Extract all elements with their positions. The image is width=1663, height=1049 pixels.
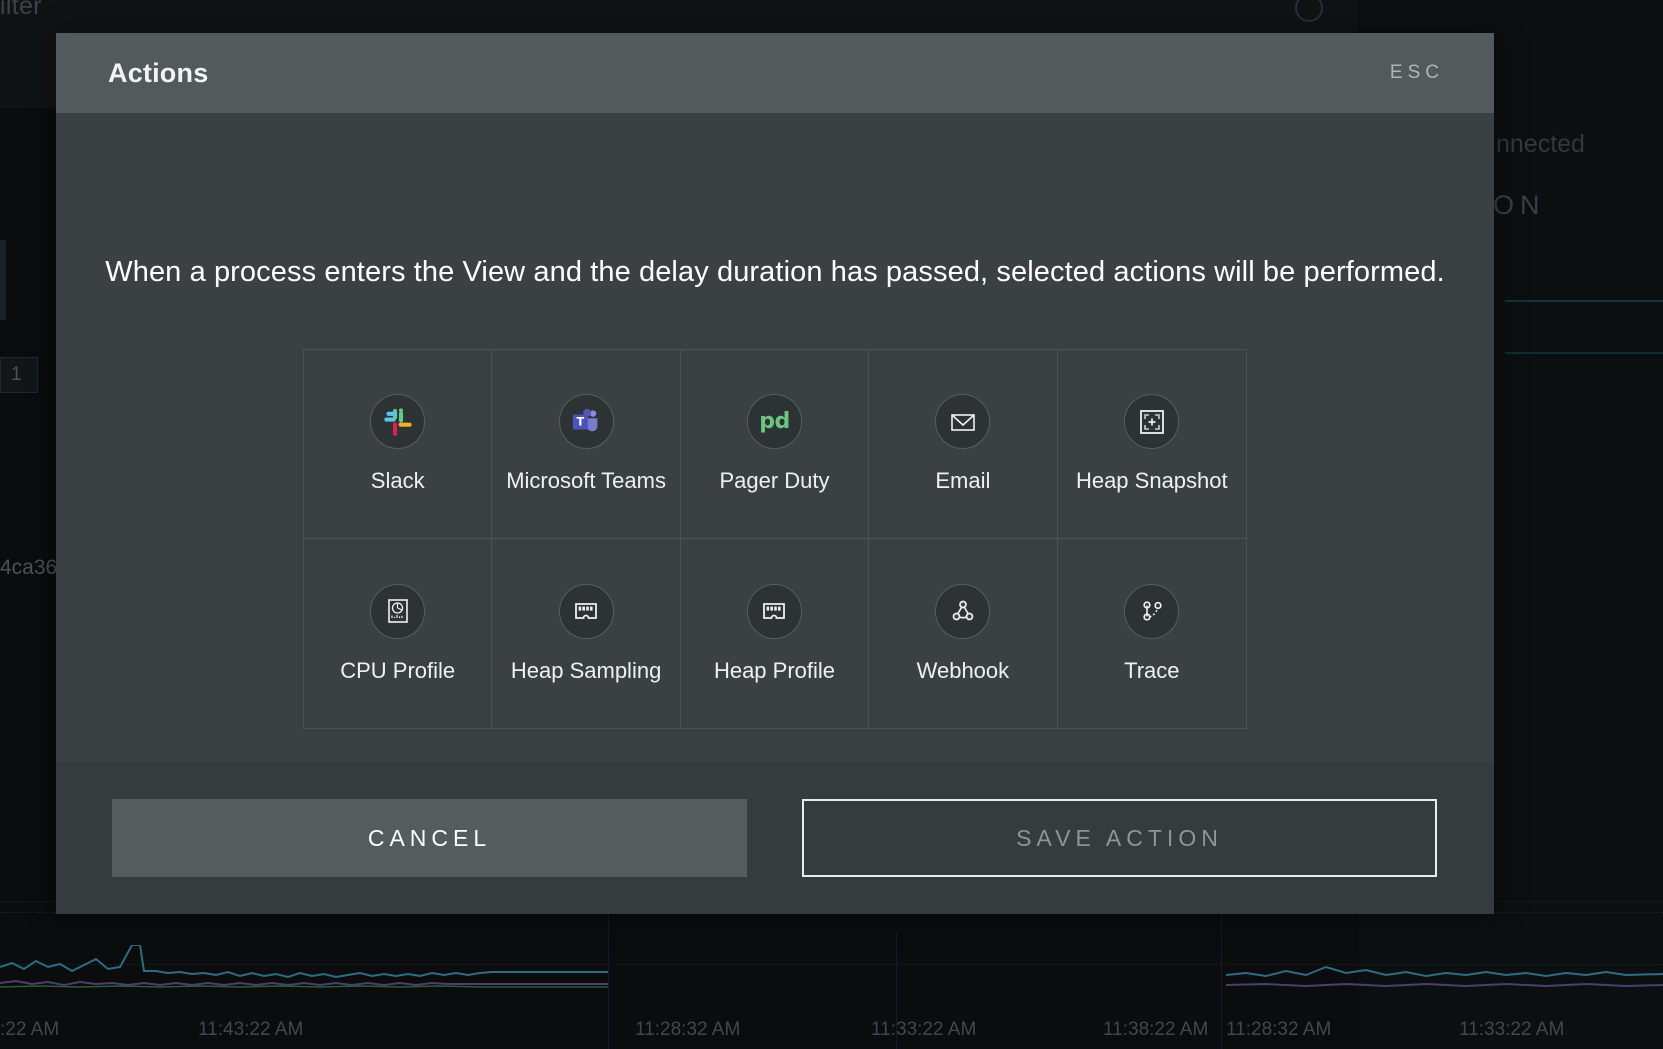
svg-text:T: T [577, 415, 585, 428]
action-tile-cpu-profile[interactable]: CPU Profile [304, 539, 493, 728]
save-action-button[interactable]: SAVE ACTION [802, 799, 1437, 877]
camera-frame-plus-icon-wrap [1124, 394, 1180, 449]
background-chart-2-tick-1: 11:33:22 AM [871, 1019, 977, 1040]
background-chart-3-tick-1: 11:33:22 AM [1459, 1019, 1565, 1040]
background-sidebar-strip [0, 240, 6, 320]
background-chart-3: 11:28:32 AM 11:33:22 AM [1226, 901, 1663, 1049]
action-tile-microsoft-teams[interactable]: T Microsoft Teams [492, 350, 681, 539]
action-label-cpu-profile: CPU Profile [340, 657, 456, 683]
memory-chip-filled-icon [763, 603, 786, 619]
action-tile-slack[interactable]: Slack [304, 350, 493, 539]
trace-nodes-icon-wrap [1124, 583, 1180, 639]
webhook-nodes-icon [952, 600, 974, 621]
action-label-pager-duty: Pager Duty [719, 468, 830, 493]
background-chart-2-tick-2: 11:38:22 AM [1103, 1019, 1209, 1040]
action-label-heap-snapshot: Heap Snapshot [1075, 468, 1228, 493]
background-chart-1-tick-1: 11:43:22 AM [198, 1019, 304, 1040]
action-tile-webhook[interactable]: Webhook [869, 539, 1058, 728]
action-tile-heap-sampling[interactable]: Heap Sampling [492, 539, 681, 728]
background-filter-label: ilter [0, 0, 42, 20]
modal-description: When a process enters the View and the d… [105, 256, 1445, 288]
background-connected-label: nnected [1496, 130, 1585, 158]
background-on-label: ON [1493, 190, 1546, 220]
memory-chip-icon [575, 603, 597, 619]
memory-chip-icon-wrap [558, 583, 614, 639]
microsoft-teams-icon-wrap: T [558, 394, 614, 449]
help-circle-icon [1295, 0, 1323, 22]
background-chart-1-tick-0: :22 AM [0, 1019, 60, 1040]
modal-title: Actions [108, 57, 209, 88]
modal-footer: CANCEL SAVE ACTION [56, 762, 1494, 914]
action-label-heap-sampling: Heap Sampling [510, 657, 662, 683]
microsoft-teams-icon: T [572, 408, 598, 431]
action-label-email: Email [935, 468, 991, 493]
modal-body: When a process enters the View and the d… [56, 113, 1494, 762]
action-tile-heap-snapshot[interactable]: Heap Snapshot [1057, 350, 1246, 539]
pagerduty-icon-wrap: pd [746, 394, 802, 449]
chart-document-icon-wrap [370, 583, 426, 639]
action-label-trace: Trace [1124, 657, 1180, 683]
memory-chip-filled-icon-wrap [746, 583, 802, 639]
background-chart-2: 11:28:32 AM 11:33:22 AM 11:38:22 AM [613, 901, 1221, 1049]
background-hash-fragment: 4ca36 [0, 556, 58, 579]
actions-modal: Actions ESC When a process enters the Vi… [56, 33, 1494, 914]
action-tile-heap-profile[interactable]: Heap Profile [681, 539, 870, 728]
background-teal-rule-2 [1505, 352, 1663, 354]
pagerduty-icon: pd [759, 408, 790, 434]
background-chart-2-tick-0: 11:28:32 AM [635, 1019, 741, 1040]
background-chart-divider-1 [608, 901, 609, 1049]
modal-header: Actions ESC [56, 33, 1494, 113]
action-tile-trace[interactable]: Trace [1058, 539, 1246, 728]
trace-nodes-icon [1143, 601, 1162, 621]
camera-frame-plus-icon [1139, 409, 1164, 434]
cancel-button[interactable]: CANCEL [112, 799, 747, 877]
background-counter-value: 1 [11, 364, 22, 385]
background-sparkline-1 [0, 945, 608, 988]
esc-close-button[interactable]: ESC [1390, 62, 1444, 84]
envelope-icon [951, 413, 975, 431]
action-label-webhook: Webhook [916, 657, 1010, 683]
chart-document-icon [387, 599, 408, 623]
background-sparkline-3 [1226, 965, 1663, 988]
action-tile-email[interactable]: Email [869, 350, 1058, 539]
action-label-heap-profile: Heap Profile [713, 657, 836, 683]
background-teal-rule [1505, 300, 1663, 302]
webhook-nodes-icon-wrap [935, 583, 991, 639]
envelope-icon-wrap [935, 394, 991, 449]
action-label-microsoft-teams: Microsoft Teams [506, 468, 666, 493]
action-tile-pager-duty[interactable]: pd Pager Duty [680, 350, 870, 539]
background-counter-box: 1 [0, 357, 38, 393]
background-chart-1: :22 AM 11:43:22 AM [0, 901, 608, 1049]
background-chart-3-tick-0: 11:28:32 AM [1226, 1019, 1332, 1040]
slack-icon-wrap [370, 394, 426, 449]
background-chart-divider-2 [1221, 901, 1222, 1049]
action-grid: Slack T Microsoft Teams pd Pager Duty Em… [303, 349, 1247, 729]
slack-icon [384, 407, 412, 436]
action-label-slack: Slack [370, 468, 425, 493]
